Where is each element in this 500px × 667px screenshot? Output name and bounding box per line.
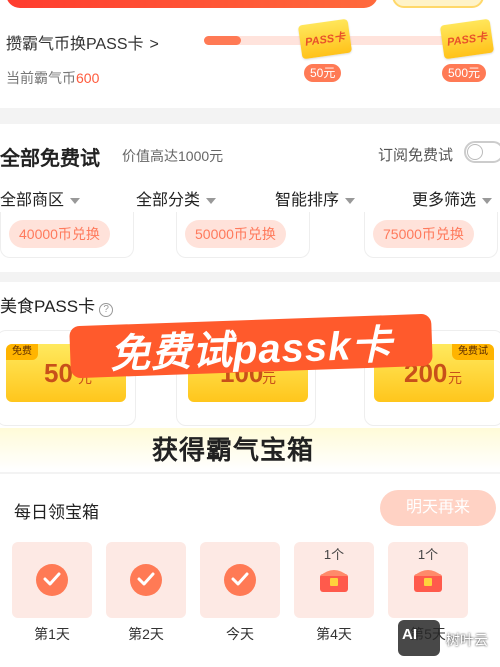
trial-card-1[interactable]: 40000币兑换: [0, 212, 134, 258]
day-3-tile: [200, 542, 280, 618]
filter-more[interactable]: 更多筛选: [412, 186, 493, 210]
coupon-unit: 元: [448, 370, 462, 386]
exchange-link-label: 攒霸气币换PASS卡: [6, 36, 144, 53]
day-5-tile[interactable]: 1个: [388, 542, 468, 618]
coupon-tag: 免费: [6, 344, 38, 360]
checkmark-icon: [36, 564, 68, 596]
banner-text: 免费试passk卡: [109, 323, 394, 377]
filter-label: 智能排序: [275, 192, 340, 209]
free-trial-section: 全部免费试 价值高达1000元 订阅免费试 全部商区 全部分类 智能排序 更多筛…: [0, 124, 500, 272]
trial-card-2[interactable]: 50000币兑换: [176, 212, 310, 258]
day-label: 第2天: [128, 626, 164, 642]
coin-balance: 当前霸气币600: [6, 68, 99, 88]
redeem-button[interactable]: 40000币兑换: [9, 220, 110, 248]
top-banner-right[interactable]: [392, 0, 484, 8]
caret-down-icon: [345, 197, 356, 204]
redeem-button[interactable]: 75000币兑换: [373, 220, 474, 248]
top-strip: [0, 0, 500, 12]
balance-value: 600: [76, 70, 100, 86]
section-title: 每日领宝箱: [14, 503, 99, 522]
filter-label: 更多筛选: [412, 192, 477, 209]
pass-card-badge-1[interactable]: PASS卡: [297, 18, 353, 60]
chevron-right-icon: >: [149, 36, 159, 53]
balance-label: 当前霸气币: [6, 70, 76, 86]
section-title: 美食PASS卡?: [0, 292, 114, 317]
pass-card-badge-2[interactable]: PASS卡: [439, 18, 495, 60]
trial-card-3[interactable]: 75000币兑换: [364, 212, 498, 258]
come-back-tomorrow-button[interactable]: 明天再来: [380, 490, 496, 526]
coupon-amount: 50: [44, 358, 73, 388]
chest-count: 1个: [323, 547, 345, 562]
section-title: 全部免费试: [0, 148, 100, 170]
watermark-name: 树叶云: [446, 632, 488, 648]
progress-fill: [204, 36, 241, 45]
day-4-tile[interactable]: 1个: [294, 542, 374, 618]
subscribe-label: 订阅免费试: [378, 147, 454, 164]
filter-sort[interactable]: 智能排序: [275, 186, 356, 210]
caret-down-icon: [70, 197, 81, 204]
day-1-tile: [12, 542, 92, 618]
treasure-chest-icon: [318, 564, 350, 594]
section-subtitle: 价值高达1000元: [122, 148, 224, 164]
watermark-logo-text: AI: [402, 626, 417, 643]
coin-exchange-section: 攒霸气币换PASS卡 > 当前霸气币600 PASS卡 50元 PASS卡 500…: [0, 12, 500, 108]
watermark-logo: AI: [398, 620, 440, 656]
day-label: 第1天: [34, 626, 70, 642]
top-banner-left[interactable]: [6, 0, 378, 8]
caret-down-icon: [482, 197, 493, 204]
filter-category[interactable]: 全部分类: [136, 186, 217, 210]
promo-banner: 免费试passk卡: [69, 313, 433, 379]
coupon-tag: 免费试: [452, 344, 494, 360]
filter-label: 全部分类: [136, 192, 201, 209]
day-2-tile: [106, 542, 186, 618]
toggle-knob: [467, 144, 483, 160]
filter-bar: 全部商区 全部分类 智能排序 更多筛选: [0, 186, 500, 210]
watermark: AI 树叶云: [398, 620, 498, 660]
price-tag-1: 50元: [304, 64, 342, 82]
chest-count: 1个: [417, 547, 439, 562]
badge-label: PASS卡: [304, 31, 346, 49]
caret-down-icon: [206, 197, 217, 204]
subscribe-toggle[interactable]: [464, 141, 500, 163]
day-label: 今天: [226, 626, 254, 642]
filter-label: 全部商区: [0, 192, 65, 209]
checkmark-icon: [224, 564, 256, 596]
price-tag-2: 500元: [442, 64, 487, 82]
redeem-button[interactable]: 50000币兑换: [185, 220, 286, 248]
badge-label: PASS卡: [446, 31, 488, 49]
treasure-text: 获得霸气宝箱: [152, 435, 315, 465]
help-icon[interactable]: ?: [99, 303, 114, 317]
section-title-text: 美食PASS卡: [0, 297, 96, 316]
exchange-link[interactable]: 攒霸气币换PASS卡 >: [6, 30, 159, 54]
day-label: 第4天: [316, 626, 352, 642]
treasure-band: 获得霸气宝箱: [0, 428, 500, 470]
checkmark-icon: [130, 564, 162, 596]
treasure-chest-icon: [412, 564, 444, 594]
filter-area[interactable]: 全部商区: [0, 186, 81, 210]
